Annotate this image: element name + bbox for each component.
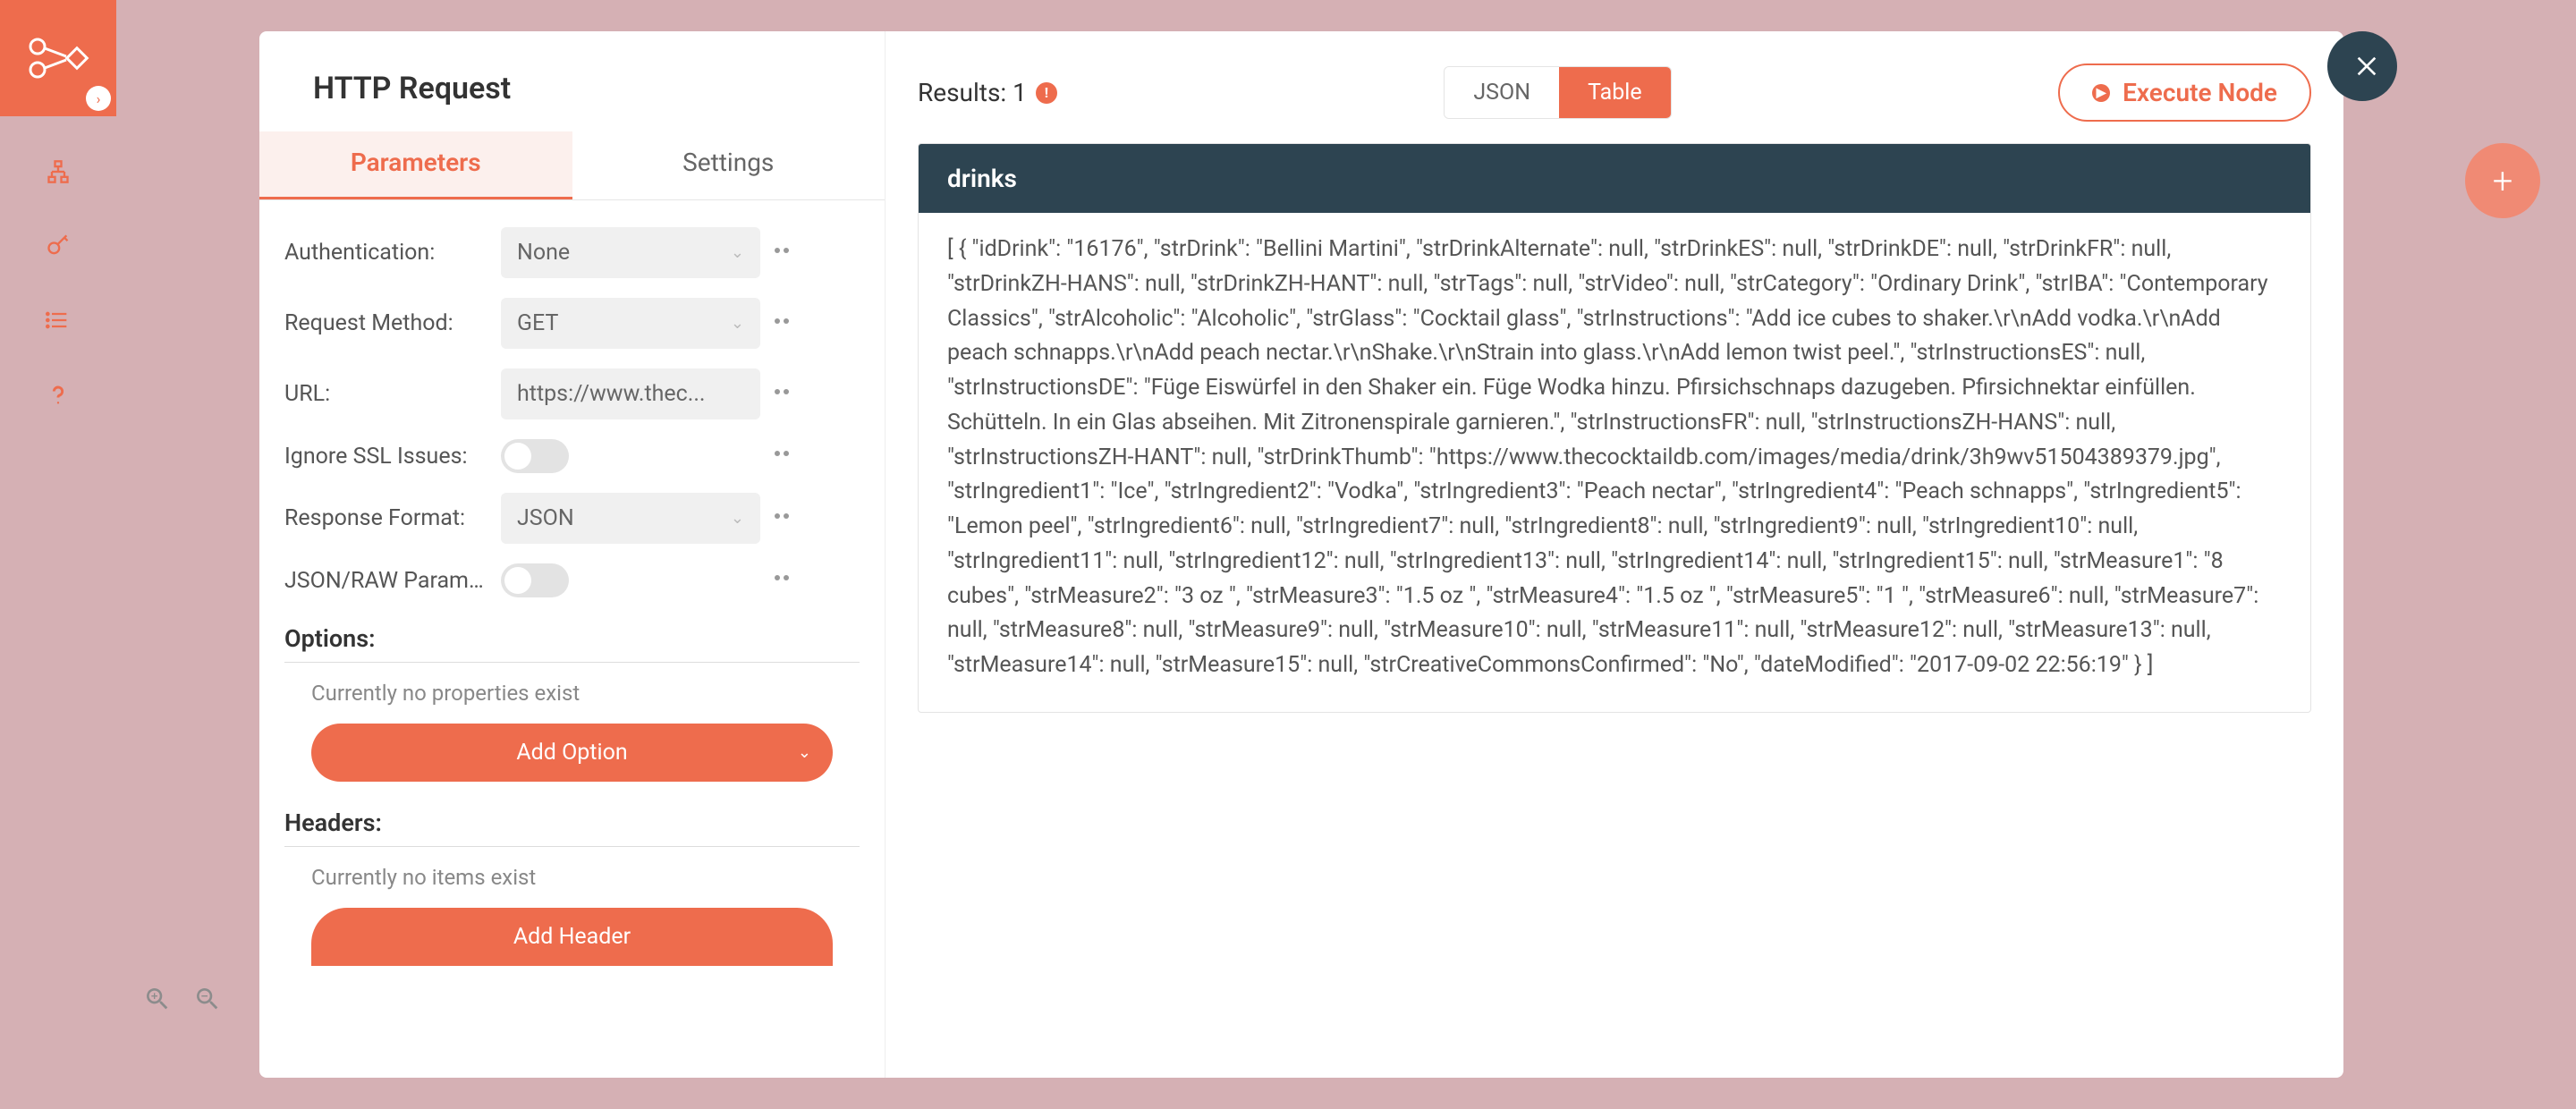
logo-icon (27, 36, 89, 80)
url-label: URL: (284, 381, 490, 407)
ignore-ssl-label: Ignore SSL Issues: (284, 444, 490, 470)
chevron-down-icon: ⌄ (731, 314, 744, 333)
node-editor-modal: HTTP Request Parameters Settings Authent… (259, 31, 2433, 1078)
response-format-select[interactable]: JSON ⌄ (501, 493, 760, 544)
options-section-label: Options: (284, 624, 860, 653)
app-sidebar: › (0, 0, 116, 1109)
add-option-button[interactable]: Add Option ⌄ (311, 724, 833, 782)
chevron-down-icon: ⌄ (798, 743, 811, 762)
zoom-in-icon[interactable] (143, 985, 172, 1020)
app-logo: › (0, 0, 116, 116)
table-cell: [ { "idDrink": "16176", "strDrink": "Bel… (919, 213, 2310, 712)
chevron-down-icon: ⌄ (731, 243, 744, 262)
sidebar-collapse-toggle[interactable]: › (86, 86, 111, 111)
play-icon: ▶ (2092, 84, 2110, 102)
zoom-controls (143, 985, 222, 1020)
sidebar-help-icon[interactable] (46, 382, 71, 413)
parameters-panel: HTTP Request Parameters Settings Authent… (259, 31, 886, 1078)
request-method-label: Request Method: (284, 310, 490, 336)
request-method-select[interactable]: GET ⌄ (501, 298, 760, 349)
tab-settings[interactable]: Settings (572, 131, 886, 199)
sidebar-credentials-icon[interactable] (46, 233, 71, 265)
execute-node-button[interactable]: ▶ Execute Node (2058, 63, 2311, 122)
chevron-down-icon: ⌄ (731, 509, 744, 528)
gear-icon[interactable] (771, 567, 792, 594)
add-header-button[interactable]: Add Header (311, 908, 833, 966)
view-toggle: JSON Table (1444, 66, 1671, 119)
tab-parameters[interactable]: Parameters (259, 131, 572, 199)
results-panel: Results: 1 ! JSON Table ▶ Execute Node d… (886, 31, 2343, 1078)
authentication-label: Authentication: (284, 240, 490, 266)
warning-icon[interactable]: ! (1036, 82, 1057, 104)
json-raw-toggle[interactable] (501, 563, 569, 597)
headers-section-label: Headers: (284, 808, 860, 837)
add-node-button[interactable]: + (2465, 143, 2540, 218)
results-table: drinks [ { "idDrink": "16176", "strDrink… (918, 143, 2311, 713)
zoom-out-icon[interactable] (193, 985, 222, 1020)
close-button[interactable] (2327, 31, 2397, 101)
sidebar-workflows-icon[interactable] (46, 159, 71, 190)
panel-tabs: Parameters Settings (259, 131, 885, 200)
gear-icon[interactable] (771, 381, 792, 408)
ignore-ssl-toggle[interactable] (501, 439, 569, 473)
gear-icon[interactable] (771, 240, 792, 267)
view-json-button[interactable]: JSON (1445, 67, 1559, 118)
url-input[interactable]: https://www.thec... (501, 368, 760, 419)
response-format-label: Response Format: (284, 505, 490, 531)
headers-empty-text: Currently no items exist (311, 865, 860, 890)
options-empty-text: Currently no properties exist (311, 681, 860, 706)
json-raw-label: JSON/RAW Parame... (284, 568, 490, 594)
gear-icon[interactable] (771, 310, 792, 337)
authentication-select[interactable]: None ⌄ (501, 227, 760, 278)
table-column-header: drinks (919, 144, 2310, 213)
close-icon (2352, 52, 2381, 80)
node-title: HTTP Request (259, 31, 885, 131)
view-table-button[interactable]: Table (1559, 67, 1671, 118)
sidebar-executions-icon[interactable] (46, 308, 71, 339)
gear-icon[interactable] (771, 443, 792, 470)
gear-icon[interactable] (771, 505, 792, 532)
results-count: Results: 1 ! (918, 78, 1057, 107)
